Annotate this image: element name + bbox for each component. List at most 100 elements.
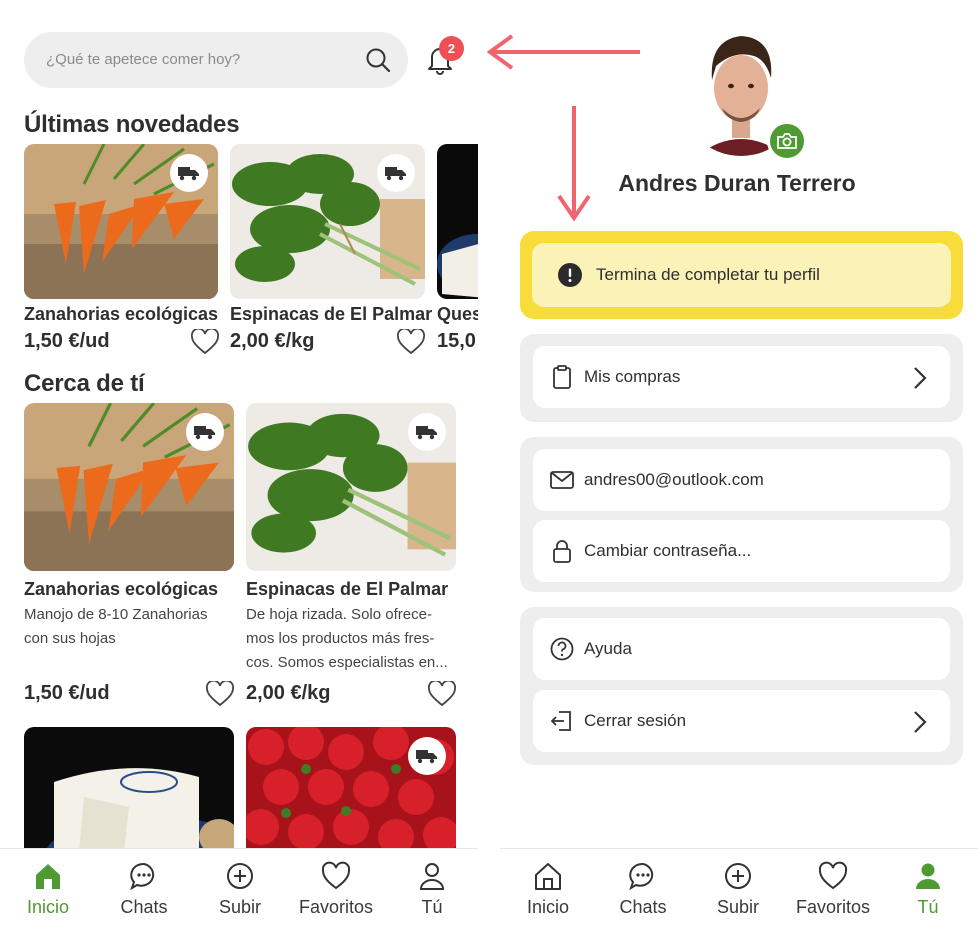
search-bar[interactable]: ¿Qué te apetece comer hoy?	[24, 32, 408, 88]
product-card[interactable]: Ques 15,0	[437, 144, 478, 352]
help-label: Ayuda	[584, 639, 632, 658]
tab-subir[interactable]: Subir	[192, 849, 288, 928]
mail-icon	[550, 471, 574, 489]
question-circle-icon	[550, 637, 574, 661]
tab-label: Favoritos	[298, 897, 374, 917]
chevron-right-icon	[914, 367, 927, 389]
tab-chats[interactable]: Chats	[595, 849, 691, 928]
product-description: De hoja rizada. Solo ofrece- mos los pro…	[246, 606, 448, 671]
tab-tu[interactable]: Tú	[384, 849, 478, 928]
delivery-truck-icon	[170, 154, 208, 192]
product-name: Ques	[437, 304, 478, 324]
product-image-cheese	[437, 144, 478, 299]
tab-tu[interactable]: Tú	[880, 849, 976, 928]
product-price: 15,0	[437, 330, 476, 352]
product-card[interactable]: Espinacas de El Palmar De hoja rizada. S…	[246, 403, 456, 707]
tab-label: Subir	[218, 897, 262, 917]
bottom-tab-bar: Inicio Chats Subir Favoritos Tú	[500, 848, 978, 928]
tab-label: Inicio	[26, 897, 70, 917]
home-icon	[36, 864, 60, 889]
change-password-label: Cambiar contraseña...	[584, 541, 752, 560]
product-image-strawberries	[246, 727, 456, 857]
email-item[interactable]: andres00@outlook.com	[533, 449, 950, 511]
profile-warning-text: Termina de completar tu perfil	[596, 265, 820, 284]
plus-circle-icon	[227, 863, 253, 889]
tab-label: Favoritos	[795, 897, 871, 917]
tab-label: Chats	[619, 897, 667, 917]
tab-label: Subir	[716, 897, 760, 917]
bottom-tab-bar: Inicio Chats Subir Favoritos Tú	[0, 848, 478, 928]
favorite-heart-icon[interactable]	[191, 329, 219, 355]
notification-badge: 2	[439, 36, 464, 61]
product-price: 2,00 €/kg	[230, 330, 315, 352]
heart-icon	[321, 861, 351, 890]
user-icon	[419, 863, 445, 890]
tab-chats[interactable]: Chats	[96, 849, 192, 928]
latest-section-title: Últimas novedades	[24, 111, 240, 138]
my-purchases-label: Mis compras	[584, 367, 681, 386]
tab-subir[interactable]: Subir	[690, 849, 786, 928]
clipboard-icon	[553, 365, 571, 389]
product-price: 1,50 €/ud	[24, 682, 110, 704]
plus-circle-icon	[725, 863, 751, 889]
chat-icon	[629, 862, 654, 891]
delivery-truck-icon	[186, 413, 224, 451]
purchases-group: Mis compras	[520, 334, 963, 422]
lock-icon	[553, 540, 571, 563]
search-input[interactable]: ¿Qué te apetece comer hoy?	[46, 51, 240, 68]
tab-label: Tú	[421, 897, 443, 917]
account-group: andres00@outlook.com Cambiar contraseña.…	[520, 437, 963, 592]
product-image-carrots	[24, 144, 218, 299]
chat-icon	[130, 862, 155, 891]
product-description: Manojo de 8-10 Zanahorias con sus hojas	[24, 606, 208, 647]
user-name: Andres Duran Terrero	[618, 170, 856, 196]
product-price: 1,50 €/ud	[24, 330, 110, 352]
delivery-truck-icon	[377, 154, 415, 192]
product-image-cheese	[24, 727, 234, 857]
chevron-right-icon	[914, 711, 927, 733]
product-name: Zanahorias ecológicas	[24, 304, 219, 324]
profile-screen: Andres Duran Terrero Termina de completa…	[500, 0, 978, 928]
product-price: 2,00 €/kg	[246, 682, 331, 704]
product-card[interactable]	[246, 727, 456, 857]
favorite-heart-icon[interactable]	[397, 329, 425, 355]
tab-inicio[interactable]: Inicio	[500, 849, 596, 928]
favorite-heart-icon[interactable]	[206, 681, 234, 707]
profile-warning-banner[interactable]: Termina de completar tu perfil	[520, 231, 963, 319]
tab-label: Chats	[120, 897, 168, 917]
profile-warning[interactable]: Termina de completar tu perfil	[532, 243, 951, 307]
tab-favoritos[interactable]: Favoritos	[785, 849, 881, 928]
delivery-truck-icon	[408, 737, 446, 775]
user-icon	[916, 863, 940, 889]
camera-icon[interactable]	[767, 121, 807, 161]
tab-inicio[interactable]: Inicio	[0, 849, 96, 928]
product-image-carrots	[24, 403, 234, 571]
product-name: Espinacas de El Palmar	[246, 579, 449, 599]
logout-label: Cerrar sesión	[584, 711, 687, 730]
change-password-item[interactable]: Cambiar contraseña...	[533, 520, 950, 582]
logout-icon	[550, 711, 571, 731]
heart-icon	[818, 861, 848, 890]
logout-item[interactable]: Cerrar sesión	[533, 690, 950, 752]
help-item[interactable]: Ayuda	[533, 618, 950, 680]
tab-label: Inicio	[526, 897, 570, 917]
home-icon	[535, 863, 561, 890]
support-group: Ayuda Cerrar sesión	[520, 607, 963, 765]
product-card[interactable]: Zanahorias ecológicas Manojo de 8-10 Zan…	[24, 403, 234, 707]
tab-favoritos[interactable]: Favoritos	[288, 849, 384, 928]
product-card[interactable]: Espinacas de El Palmar 2,00 €/kg	[230, 144, 432, 355]
search-icon[interactable]	[364, 46, 392, 74]
product-image-spinach	[230, 144, 425, 299]
favorite-heart-icon[interactable]	[428, 681, 456, 707]
nearby-section-title: Cerca de tí	[24, 370, 145, 397]
email-label: andres00@outlook.com	[584, 470, 764, 489]
home-screen: ¿Qué te apetece comer hoy? 2 Últimas nov…	[0, 0, 478, 928]
exclamation-icon	[558, 263, 582, 287]
tab-label: Tú	[917, 897, 939, 917]
product-card[interactable]: Zanahorias ecológicas 1,50 €/ud	[24, 144, 219, 355]
my-purchases-item[interactable]: Mis compras	[533, 346, 950, 408]
product-name: Espinacas de El Palmar	[230, 304, 433, 324]
product-card[interactable]	[24, 727, 234, 857]
product-name: Zanahorias ecológicas	[24, 579, 219, 599]
product-image-spinach	[246, 403, 456, 571]
